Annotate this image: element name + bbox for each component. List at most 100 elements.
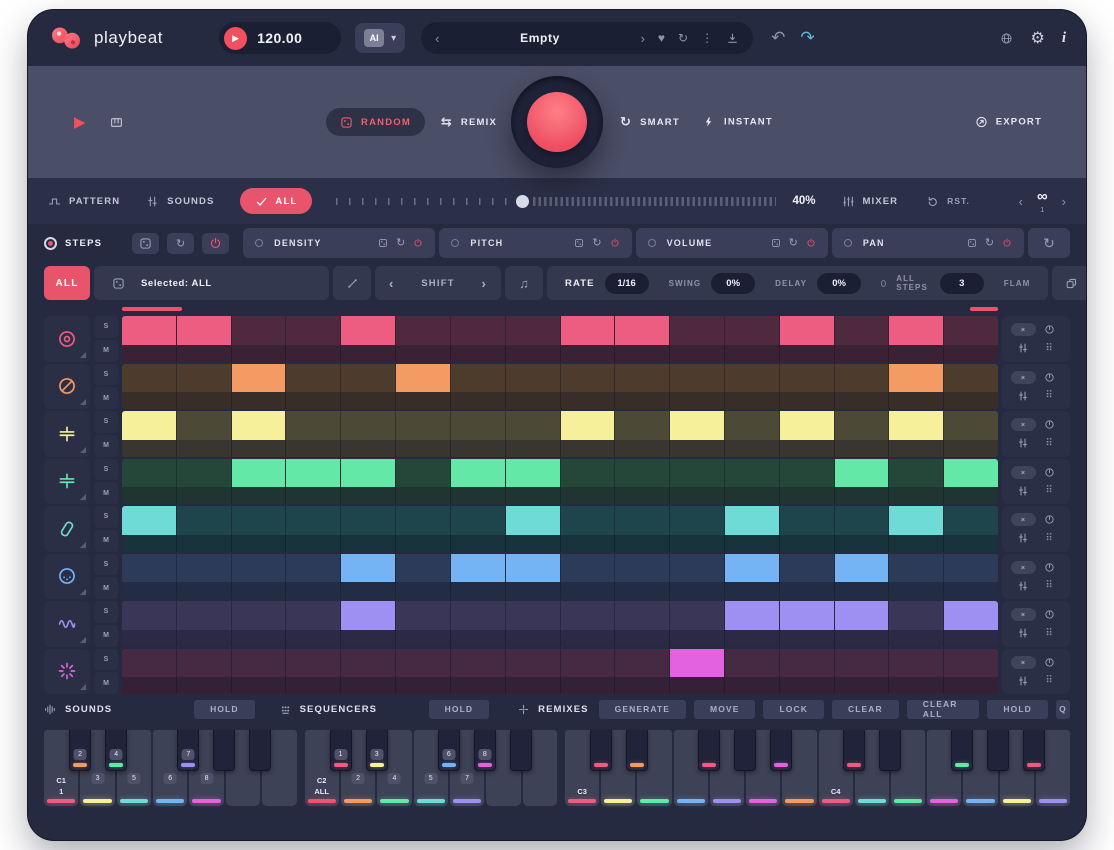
swing-value[interactable]: 0% (711, 273, 755, 294)
cycle-icon[interactable]: ↻ (789, 238, 798, 249)
step-cell[interactable] (615, 601, 670, 647)
step-cell[interactable] (561, 411, 616, 457)
step-cell[interactable] (944, 364, 998, 410)
redo-button[interactable]: ↷ (800, 28, 814, 48)
step-cell[interactable] (889, 649, 944, 695)
track-shaker-icon[interactable] (44, 506, 90, 552)
track-open-hat-icon[interactable] (44, 459, 90, 505)
track-knob-icon[interactable] (1044, 514, 1055, 525)
step-cell[interactable] (944, 506, 998, 552)
step-cell[interactable] (944, 411, 998, 457)
track-knob-icon[interactable] (1044, 562, 1055, 573)
mute-button[interactable]: M (94, 387, 118, 409)
step-cell[interactable] (615, 411, 670, 457)
key-black[interactable]: 4 (105, 730, 127, 771)
power-steps-button[interactable] (202, 233, 229, 254)
step-cell[interactable] (615, 364, 670, 410)
drag-handle-icon[interactable]: ⠿ (1045, 533, 1052, 544)
track-sliders-icon[interactable] (1017, 532, 1029, 544)
step-cell[interactable] (122, 411, 177, 457)
smart-button[interactable]: ↻ SMART (620, 114, 680, 130)
clear-track-button[interactable]: × (1011, 561, 1036, 574)
track-knob-icon[interactable] (1044, 419, 1055, 430)
step-cell[interactable] (615, 554, 670, 600)
reload-preset-icon[interactable]: ↻ (678, 31, 688, 45)
step-cell[interactable] (177, 506, 232, 552)
step-cell[interactable] (341, 601, 396, 647)
info-icon[interactable]: i (1062, 30, 1066, 47)
quantize-button[interactable]: Q (1056, 700, 1070, 719)
step-cell[interactable] (780, 411, 835, 457)
step-cell[interactable] (286, 554, 341, 600)
step-cell[interactable] (615, 459, 670, 505)
step-cell[interactable] (232, 459, 287, 505)
sounds-section-label[interactable]: SOUNDS (44, 703, 184, 716)
step-cell[interactable] (506, 554, 561, 600)
mute-button[interactable]: M (94, 530, 118, 552)
step-cell[interactable] (670, 316, 725, 362)
step-cell[interactable] (889, 554, 944, 600)
tab-volume[interactable]: VOLUME↻ (636, 228, 828, 258)
step-cell[interactable] (889, 364, 944, 410)
power-icon[interactable] (806, 238, 816, 248)
track-sliders-icon[interactable] (1017, 390, 1029, 402)
step-cell[interactable] (780, 316, 835, 362)
step-cell[interactable] (615, 649, 670, 695)
cycle-icon[interactable]: ↻ (592, 238, 601, 249)
track-sliders-icon[interactable] (1017, 580, 1029, 592)
track-sliders-icon[interactable] (1017, 342, 1029, 354)
step-cell[interactable] (725, 411, 780, 457)
step-cell[interactable] (506, 411, 561, 457)
key-black[interactable] (698, 730, 720, 771)
step-cell[interactable] (780, 649, 835, 695)
sounds-hold-button[interactable]: HOLD (194, 700, 254, 719)
tab-sounds[interactable]: SOUNDS (146, 195, 214, 208)
preset-next-button[interactable]: › (641, 31, 645, 46)
power-icon[interactable] (413, 238, 423, 248)
step-cell[interactable] (341, 316, 396, 362)
ai-dropdown[interactable]: AI ▾ (355, 23, 405, 53)
step-cell[interactable] (122, 364, 177, 410)
step-cell[interactable] (780, 459, 835, 505)
step-cell[interactable] (725, 554, 780, 600)
step-cell[interactable] (451, 649, 506, 695)
preview-play-icon[interactable]: ▶ (74, 113, 86, 131)
step-cell[interactable] (889, 601, 944, 647)
undo-button[interactable]: ↶ (771, 28, 785, 48)
drag-handle-icon[interactable]: ⠿ (1045, 390, 1052, 401)
solo-button[interactable]: S (94, 411, 118, 433)
density-slider[interactable] (336, 193, 776, 209)
remix-button[interactable]: ⇆ REMIX (441, 114, 497, 130)
tab-pitch[interactable]: PITCH↻ (439, 228, 631, 258)
clear-button[interactable]: CLEAR (832, 700, 899, 719)
step-cell[interactable] (670, 506, 725, 552)
bpm-value[interactable]: 120.00 (257, 30, 302, 46)
step-cell[interactable] (835, 459, 890, 505)
drag-handle-icon[interactable]: ⠿ (1045, 580, 1052, 591)
step-cell[interactable] (286, 601, 341, 647)
solo-button[interactable]: S (94, 554, 118, 576)
step-cell[interactable] (725, 601, 780, 647)
hold-button[interactable]: HOLD (987, 700, 1047, 719)
all-filter-button[interactable]: ALL (240, 188, 312, 214)
key-black[interactable] (1023, 730, 1045, 771)
step-cell[interactable] (889, 459, 944, 505)
step-cell[interactable] (615, 506, 670, 552)
mute-button[interactable]: M (94, 482, 118, 504)
track-knob-icon[interactable] (1044, 609, 1055, 620)
dice-icon[interactable] (967, 238, 977, 248)
key-black[interactable] (987, 730, 1009, 771)
all-steps-value[interactable]: 3 (940, 273, 984, 294)
tab-pan[interactable]: PAN↻ (832, 228, 1024, 258)
step-cell[interactable] (177, 364, 232, 410)
step-cell[interactable] (232, 364, 287, 410)
key-black[interactable] (590, 730, 612, 771)
step-cell[interactable] (396, 601, 451, 647)
power-icon[interactable] (610, 238, 620, 248)
random-button[interactable]: RANDOM (326, 108, 425, 136)
key-black[interactable] (770, 730, 792, 771)
cycle-icon[interactable]: ↻ (396, 238, 405, 249)
note-value-button[interactable]: ♫ (505, 266, 543, 300)
mute-button[interactable]: M (94, 625, 118, 647)
step-cell[interactable] (286, 649, 341, 695)
